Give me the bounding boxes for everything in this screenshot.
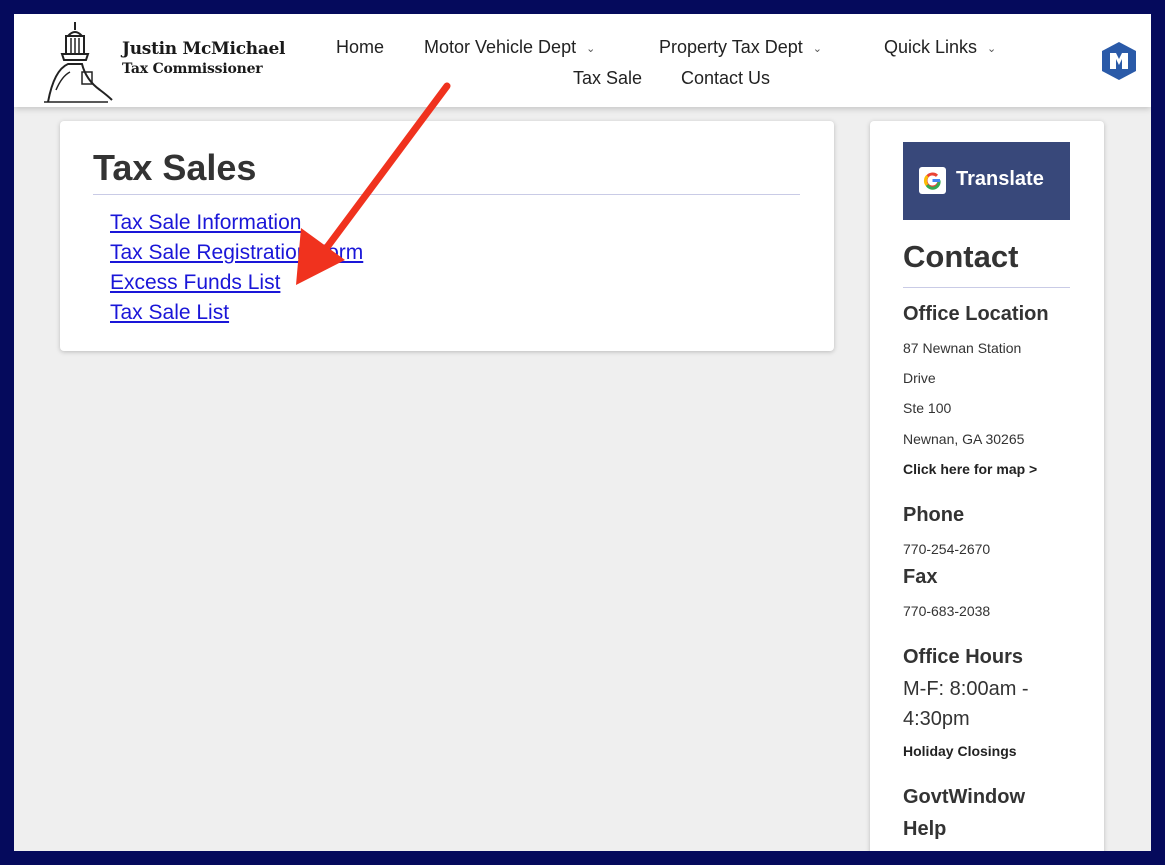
brand-subtitle[interactable]: Tax Commissioner xyxy=(122,61,263,77)
phone-heading: Phone xyxy=(903,504,965,526)
nav-contact-us[interactable]: Contact Us xyxy=(681,68,770,89)
office-hours-line-2: 4:30pm xyxy=(903,708,970,730)
tax-sale-registration-form-link[interactable]: Tax Sale Registration Form xyxy=(110,241,363,265)
nav-home[interactable]: Home xyxy=(336,37,384,58)
fax-heading: Fax xyxy=(903,566,938,588)
fax-number: 770-683-2038 xyxy=(903,603,991,619)
translate-button[interactable]: Translate xyxy=(903,142,1070,220)
office-location-heading: Office Location xyxy=(903,303,1049,325)
courthouse-dome-icon[interactable] xyxy=(42,20,114,104)
nav-home-label: Home xyxy=(336,37,385,57)
nav-quick-links-label: Quick Links xyxy=(884,37,978,57)
nav-property-tax-label: Property Tax Dept xyxy=(659,37,803,57)
address-line-4: Newnan, GA 30265 xyxy=(903,431,1025,447)
address-line-3: Ste 100 xyxy=(903,400,952,416)
tax-sales-card: Tax Sales Tax Sale Information Tax Sale … xyxy=(60,121,834,351)
nav-contact-us-label: Contact Us xyxy=(681,68,771,88)
nav-tax-sale-label: Tax Sale xyxy=(573,68,643,88)
site-header: Justin McMichael Tax Commissioner Home M… xyxy=(14,14,1151,107)
tax-sale-list-link[interactable]: Tax Sale List xyxy=(110,301,229,325)
chevron-down-icon: ⌄ xyxy=(586,42,596,55)
page-title: Tax Sales xyxy=(93,147,257,188)
contact-divider xyxy=(903,287,1070,288)
govtwindow-heading-line-2[interactable]: Help xyxy=(903,818,946,841)
translate-label: Translate xyxy=(956,168,1044,190)
govtwindow-heading-line-1[interactable]: GovtWindow xyxy=(903,786,1025,809)
nav-motor-vehicle-dept[interactable]: Motor Vehicle Dept ⌄ xyxy=(424,37,595,58)
phone-number: 770-254-2670 xyxy=(903,541,991,557)
contact-heading: Contact xyxy=(903,239,1019,274)
chevron-down-icon: ⌄ xyxy=(987,42,997,55)
holiday-closings-link[interactable]: Holiday Closings xyxy=(903,743,1017,759)
govtwindow-logo-icon[interactable] xyxy=(1100,41,1138,81)
address-line-2: Drive xyxy=(903,370,936,386)
nav-tax-sale[interactable]: Tax Sale xyxy=(573,68,642,89)
tax-sale-information-link[interactable]: Tax Sale Information xyxy=(110,211,301,235)
office-hours-line-1: M-F: 8:00am - xyxy=(903,678,1029,700)
brand-name[interactable]: Justin McMichael xyxy=(122,39,286,59)
google-g-icon xyxy=(919,167,946,194)
nav-quick-links[interactable]: Quick Links ⌄ xyxy=(884,37,996,58)
nav-property-tax-dept[interactable]: Property Tax Dept ⌄ xyxy=(659,37,822,58)
office-hours-heading: Office Hours xyxy=(903,646,1024,668)
title-divider xyxy=(93,194,800,195)
browser-viewport: Justin McMichael Tax Commissioner Home M… xyxy=(14,14,1151,851)
address-line-1: 87 Newnan Station xyxy=(903,340,1022,356)
contact-sidebar: Translate Contact Office Location 87 New… xyxy=(870,121,1104,851)
map-link[interactable]: Click here for map > xyxy=(903,461,1037,477)
excess-funds-list-link[interactable]: Excess Funds List xyxy=(110,271,280,295)
chevron-down-icon: ⌄ xyxy=(812,42,822,55)
nav-motor-vehicle-label: Motor Vehicle Dept xyxy=(424,37,577,57)
